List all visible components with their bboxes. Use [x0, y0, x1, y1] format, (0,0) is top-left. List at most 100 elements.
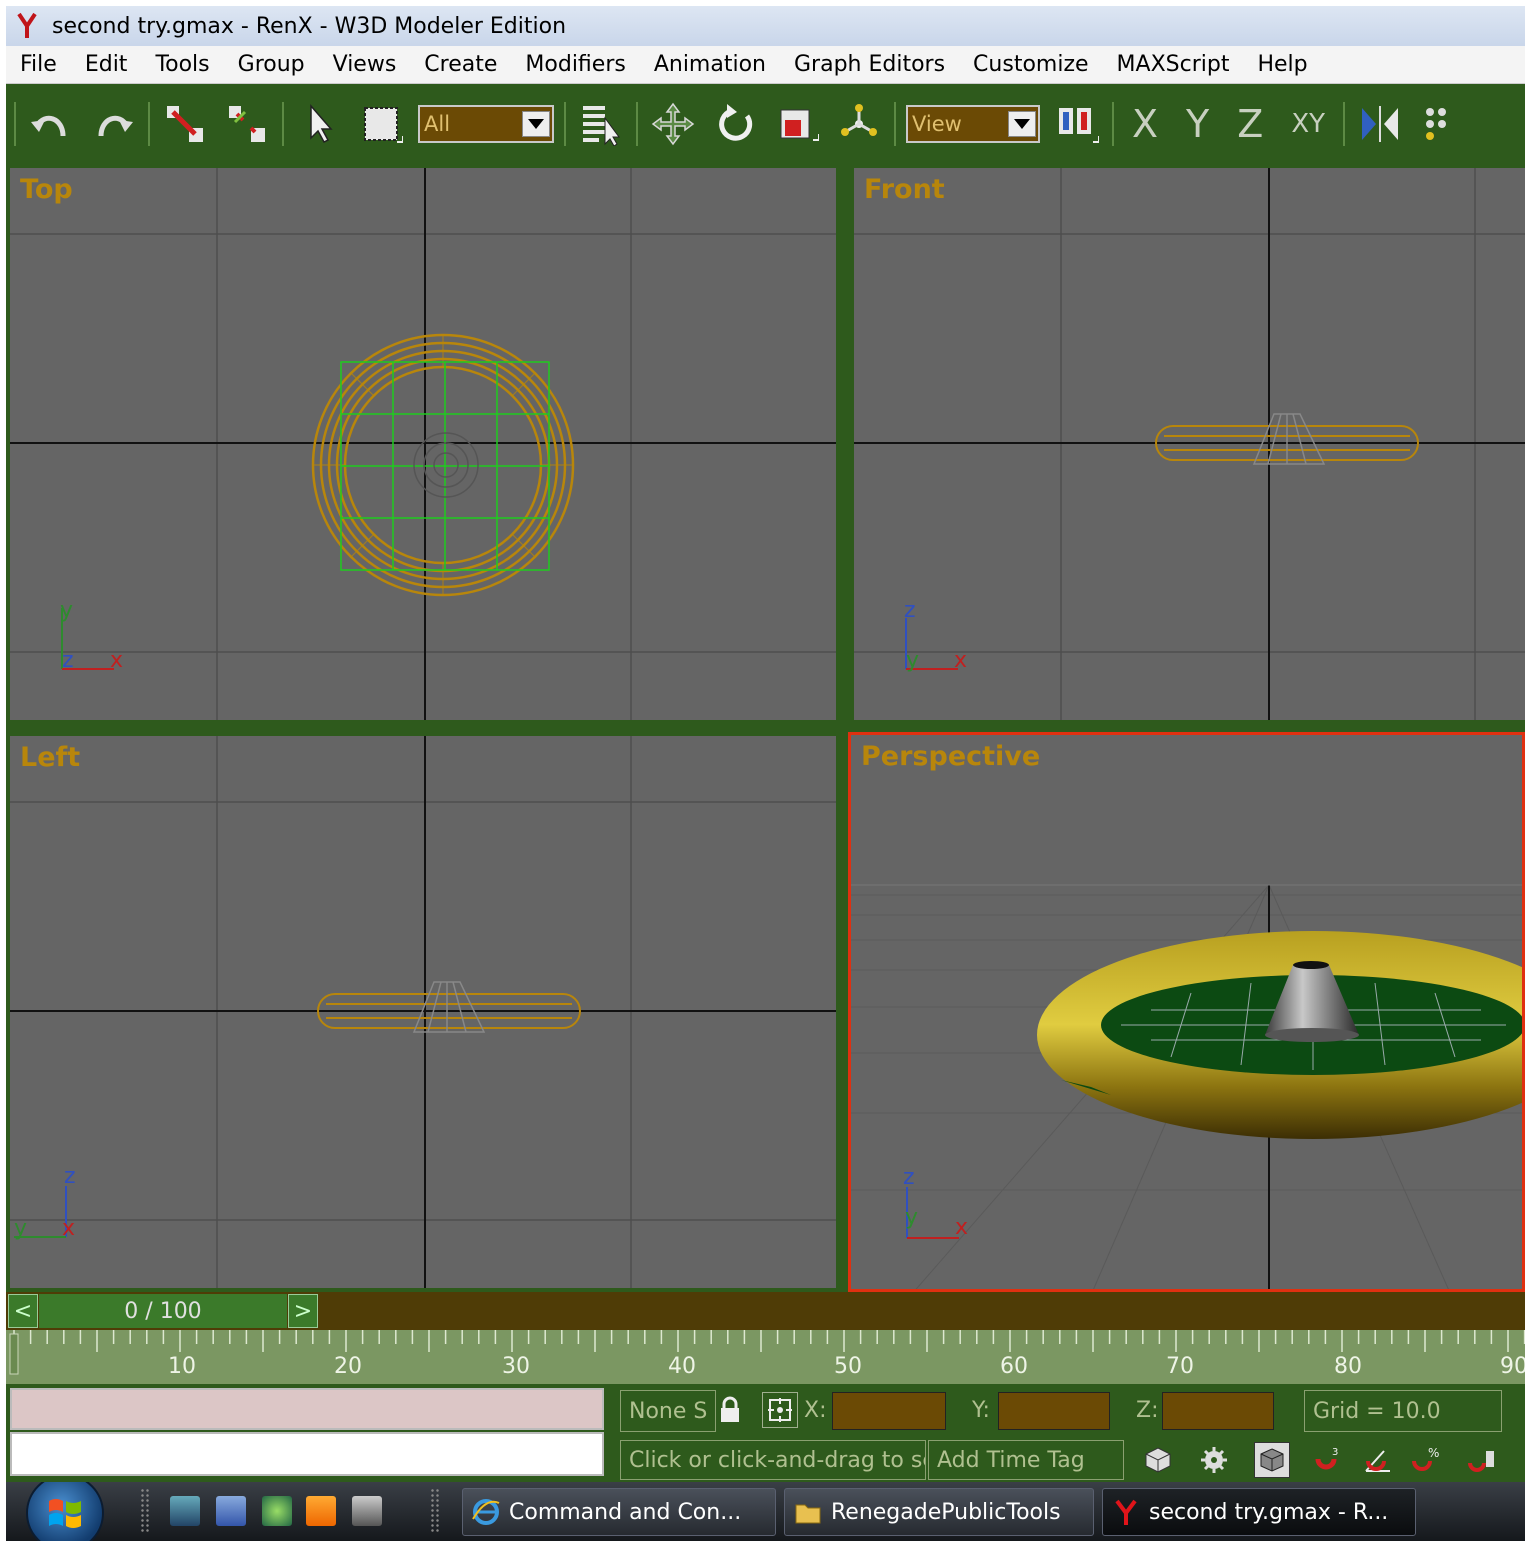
menu-maxscript[interactable]: MAXScript	[1103, 52, 1244, 77]
viewport-front[interactable]: Front z y x	[854, 168, 1525, 720]
selection-filter-dropdown[interactable]: All	[418, 105, 554, 143]
z-coord-field[interactable]	[1162, 1392, 1274, 1430]
viewport-label-perspective[interactable]: Perspective	[861, 741, 1040, 772]
viewport-label-front[interactable]: Front	[864, 174, 945, 205]
renx-window: second try.gmax - RenX - W3D Modeler Edi…	[0, 0, 1525, 1541]
taskbar-item-renx[interactable]: second try.gmax - R...	[1102, 1488, 1416, 1536]
toolbar-grip	[14, 102, 16, 146]
tick-label: 40	[668, 1354, 696, 1379]
show-desktop-icon[interactable]	[170, 1496, 200, 1526]
messenger-icon[interactable]	[262, 1496, 292, 1526]
region-select-button[interactable]	[357, 100, 405, 148]
snap-3d-toggle[interactable]: 3	[1310, 1442, 1346, 1478]
axis-label-z: z	[904, 598, 916, 623]
cone-wireframe	[413, 432, 479, 498]
time-slider[interactable]: 0 / 100	[39, 1294, 287, 1328]
toolbar-separator	[148, 102, 150, 146]
restrict-xy-button[interactable]: XY	[1291, 109, 1325, 139]
rectangular-region-icon	[364, 107, 403, 143]
x-coord-label: X:	[804, 1398, 827, 1423]
next-frame-button[interactable]: >	[288, 1294, 318, 1328]
axis-label-y: y	[14, 1216, 28, 1241]
mirror-icon	[1362, 106, 1399, 142]
angle-snap-toggle[interactable]	[1360, 1442, 1396, 1478]
menu-group[interactable]: Group	[224, 52, 319, 77]
unlink-selection-button[interactable]	[223, 100, 271, 148]
spinner-snap-toggle[interactable]	[1464, 1442, 1500, 1478]
main-toolbar: All View X Y Z XY	[6, 84, 1525, 164]
crossing-selection-button[interactable]	[1196, 1442, 1232, 1478]
select-and-link-button[interactable]	[161, 100, 209, 148]
windows-taskbar: Command and Con... RenegadePublicTools s…	[6, 1482, 1525, 1541]
restrict-y-button[interactable]: Y	[1186, 102, 1209, 146]
select-and-rotate-button[interactable]	[711, 100, 759, 148]
viewport-label-left[interactable]: Left	[20, 742, 80, 773]
percent-snap-toggle[interactable]: %	[1408, 1442, 1444, 1478]
menu-modifiers[interactable]: Modifiers	[511, 52, 639, 77]
manipulate-button[interactable]	[1053, 100, 1101, 148]
taskbar-item-browser[interactable]: Command and Con...	[462, 1488, 776, 1536]
axis-label-z: z	[903, 1165, 915, 1190]
media-player-icon[interactable]	[306, 1496, 336, 1526]
reference-coordinate-dropdown[interactable]: View	[906, 105, 1040, 143]
menu-bar: File Edit Tools Group Views Create Modif…	[6, 46, 1525, 84]
mirror-button[interactable]	[1356, 100, 1404, 148]
viewport-top[interactable]: Top y z x	[10, 168, 836, 720]
maxscript-listener-output[interactable]	[10, 1388, 604, 1430]
menu-create[interactable]: Create	[410, 52, 511, 77]
top-view-scene	[10, 168, 836, 720]
taskbar-item-folder[interactable]: RenegadePublicTools	[784, 1488, 1094, 1536]
previous-frame-button[interactable]: <	[8, 1294, 38, 1328]
absolute-mode-toggle[interactable]	[762, 1392, 798, 1428]
cube-icon	[1145, 1447, 1171, 1473]
pin-icon	[1059, 108, 1099, 143]
menu-help[interactable]: Help	[1243, 52, 1321, 77]
x-coord-field[interactable]	[832, 1392, 946, 1430]
y-coord-field[interactable]	[998, 1392, 1110, 1430]
redo-button[interactable]	[89, 100, 137, 148]
tick-label: 70	[1166, 1354, 1194, 1379]
viewport-perspective[interactable]: Perspective z y x	[848, 732, 1525, 1292]
axis-label-y: y	[905, 1205, 919, 1230]
menu-graph-editors[interactable]: Graph Editors	[780, 52, 959, 77]
switch-windows-icon[interactable]	[216, 1496, 246, 1526]
use-pivot-point-button[interactable]	[835, 100, 883, 148]
menu-file[interactable]: File	[6, 52, 71, 77]
axis-label-y: y	[906, 648, 920, 673]
add-time-tag-button[interactable]: Add Time Tag	[928, 1440, 1124, 1480]
selection-lock-toggle[interactable]	[712, 1392, 748, 1428]
selection-status: None S	[620, 1390, 716, 1432]
grid-size-display: Grid = 10.0	[1304, 1390, 1502, 1432]
restrict-x-button[interactable]: X	[1132, 102, 1158, 146]
select-by-name-button[interactable]	[577, 100, 625, 148]
array-button[interactable]	[1418, 100, 1466, 148]
maxscript-listener-input[interactable]	[10, 1432, 604, 1476]
percent-snap-icon: %	[1412, 1446, 1439, 1471]
viewport-left[interactable]: Left z y x	[10, 736, 836, 1288]
restrict-z-button[interactable]: Z	[1237, 102, 1263, 146]
angle-snap-icon	[1365, 1450, 1390, 1472]
quicklaunch-app-icon[interactable]	[352, 1496, 382, 1526]
title-bar[interactable]: second try.gmax - RenX - W3D Modeler Edi…	[6, 6, 1525, 46]
select-and-move-button[interactable]	[649, 100, 697, 148]
isolate-button[interactable]	[1140, 1442, 1176, 1478]
taskbar-grip	[140, 1488, 150, 1534]
axis-label-x: x	[110, 648, 124, 673]
prompt-line: Click or click-and-drag to selec	[620, 1440, 926, 1480]
status-bar: None S X: Y: Z: Grid = 10.0 Click or cli…	[6, 1384, 1525, 1482]
menu-edit[interactable]: Edit	[71, 52, 142, 77]
start-button[interactable]	[26, 1482, 104, 1541]
select-and-scale-button[interactable]	[773, 100, 821, 148]
track-bar[interactable]: 10 20 30 40 50 60 70 80 90	[6, 1330, 1525, 1384]
undo-button[interactable]	[27, 100, 75, 148]
tick-label: 30	[502, 1354, 530, 1379]
taskbar-item-label: Command and Con...	[509, 1499, 742, 1525]
menu-customize[interactable]: Customize	[959, 52, 1102, 77]
select-object-button[interactable]	[295, 100, 343, 148]
menu-tools[interactable]: Tools	[141, 52, 223, 77]
viewport-label-top[interactable]: Top	[20, 174, 73, 205]
menu-views[interactable]: Views	[319, 52, 411, 77]
menu-animation[interactable]: Animation	[640, 52, 780, 77]
degradation-override-button[interactable]	[1254, 1442, 1290, 1478]
pivot-center-icon	[841, 104, 877, 136]
